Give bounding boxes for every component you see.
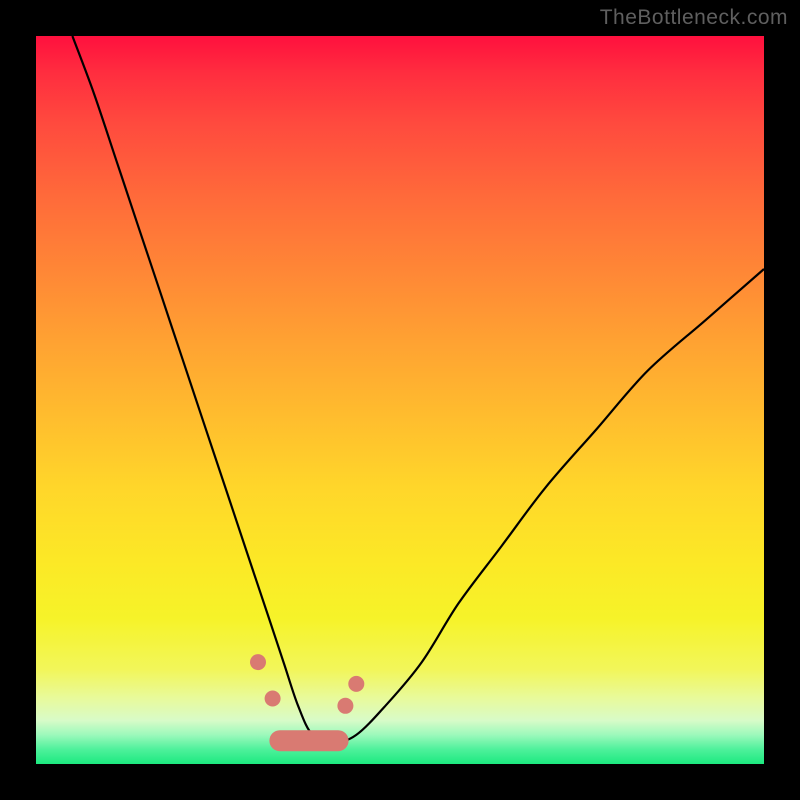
valley-marker-3 (348, 676, 364, 692)
chart-frame: TheBottleneck.com (0, 0, 800, 800)
valley-marker-2 (337, 698, 353, 714)
valley-marker-1 (265, 691, 281, 707)
plot-area (36, 36, 764, 764)
watermark-text: TheBottleneck.com (600, 6, 788, 30)
valley-markers (36, 36, 764, 764)
valley-marker-0 (250, 654, 266, 670)
